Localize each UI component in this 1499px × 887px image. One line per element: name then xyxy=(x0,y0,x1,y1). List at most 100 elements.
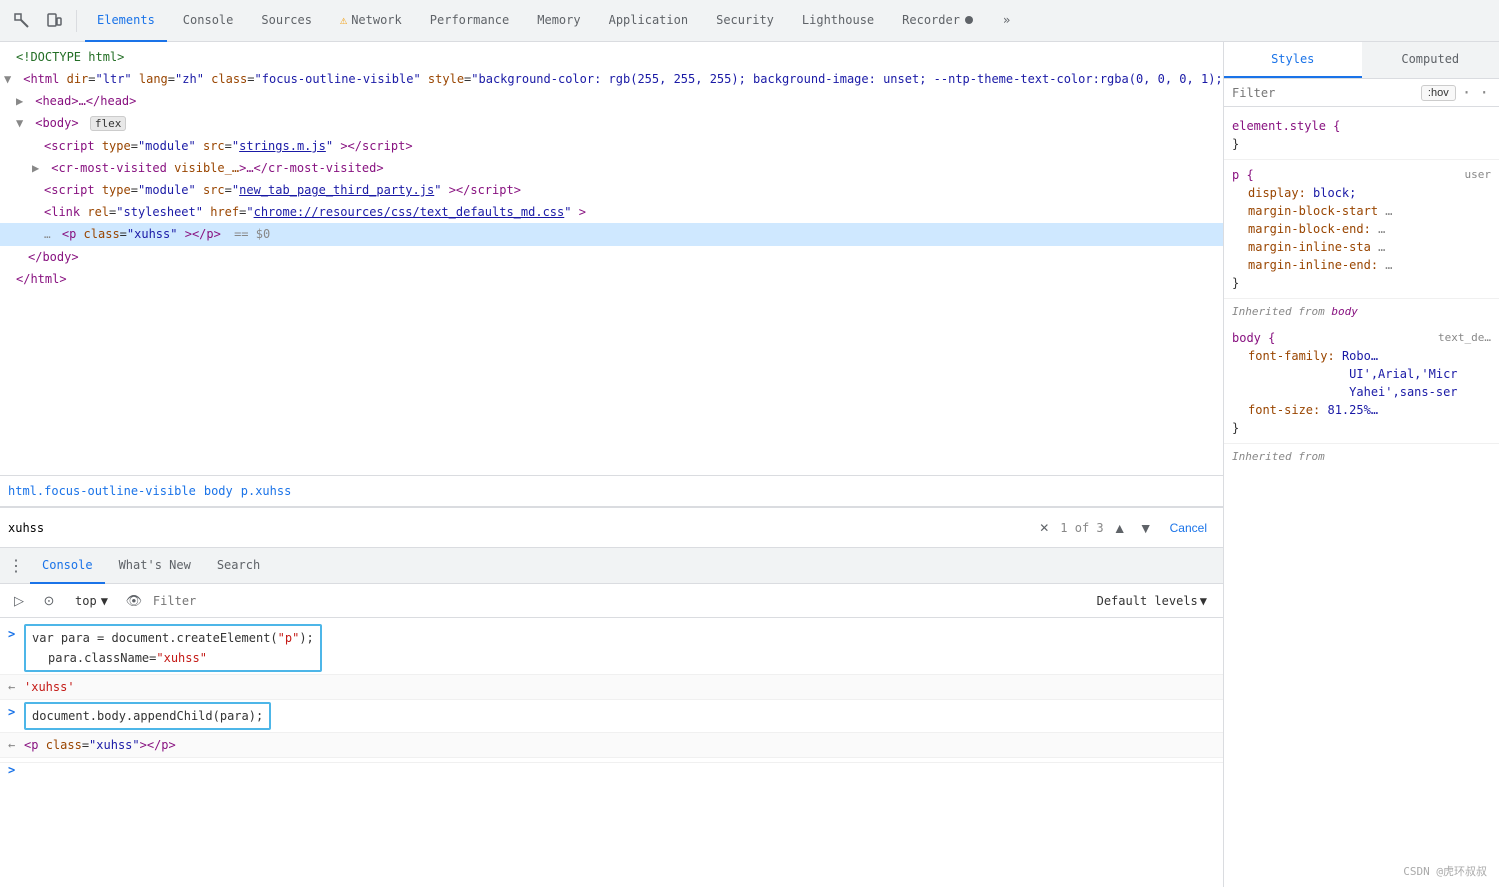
head-arrow: ▶ xyxy=(16,91,28,111)
tab-search[interactable]: Search xyxy=(205,548,272,584)
context-dropdown-icon: ▼ xyxy=(101,594,108,608)
console-filter-input[interactable] xyxy=(153,594,1081,608)
dom-line-p-selected[interactable]: … <p class="xuhss" ></p> == $0 xyxy=(0,223,1223,246)
console-prompt-5: > xyxy=(8,760,15,780)
breadcrumb-item-2[interactable]: p.xuhss xyxy=(241,484,292,498)
right-panel: Styles Computed :hov · · element.style { xyxy=(1224,42,1499,887)
style-rule-p-header: p { user xyxy=(1232,166,1491,184)
dom-line-body[interactable]: ▼ <body> flex xyxy=(0,112,1223,135)
search-bar: ✕ 1 of 3 ▲ ▼ Cancel xyxy=(0,507,1223,547)
styles-tabs: Styles Computed xyxy=(1224,42,1499,79)
dom-line-body-close[interactable]: </body> xyxy=(0,246,1223,268)
tab-styles[interactable]: Styles xyxy=(1224,42,1362,78)
style-prop-display: display: block; xyxy=(1248,184,1491,202)
console-line-3: > document.body.appendChild(para); xyxy=(0,700,1223,733)
console-toolbar: ▷ ⊙ top ▼ 👁 Default levels ▼ xyxy=(0,584,1223,618)
dom-line-link[interactable]: <link rel="stylesheet" href="chrome://re… xyxy=(0,201,1223,223)
tab-memory[interactable]: Memory xyxy=(525,0,592,42)
watermark: CSDN @虎环叔叔 xyxy=(1403,863,1487,879)
breadcrumb-item-0[interactable]: html.focus-outline-visible xyxy=(8,484,196,498)
console-line-1: > var para = document.createElement("p")… xyxy=(0,622,1223,675)
hov-button[interactable]: :hov xyxy=(1421,85,1456,101)
tab-elements[interactable]: Elements xyxy=(85,0,167,42)
context-select[interactable]: top ▼ xyxy=(68,591,115,611)
head-tag: <head>…</head> xyxy=(35,94,136,108)
body-tag: <body> xyxy=(35,116,78,130)
console-line-4: ← <p class="xuhss"></p> xyxy=(0,733,1223,758)
console-run-btn[interactable]: ▷ xyxy=(8,590,30,612)
body-arrow: ▼ xyxy=(16,113,28,133)
console-eye-btn[interactable]: 👁 xyxy=(123,590,145,612)
toolbar-separator xyxy=(76,10,77,32)
style-prop-margin-block-end: margin-block-end: … xyxy=(1248,220,1491,238)
html-attrs: dir="ltr" lang="zh" class="focus-outline… xyxy=(67,72,1223,86)
cr-arrow: ▶ xyxy=(32,158,44,178)
breadcrumb-bar: html.focus-outline-visible body p.xuhss xyxy=(0,475,1223,507)
console-line-5[interactable]: > xyxy=(0,758,1223,763)
styles-filter-bar: :hov · · xyxy=(1224,79,1499,107)
context-label: top xyxy=(75,594,97,608)
device-toggle-btn[interactable] xyxy=(40,7,68,35)
tab-whats-new[interactable]: What's New xyxy=(107,548,203,584)
styles-filter-input[interactable] xyxy=(1232,86,1417,100)
tab-security[interactable]: Security xyxy=(704,0,786,42)
search-clear-btn[interactable]: ✕ xyxy=(1034,518,1054,538)
style-prop-font-family: font-family: Robo… UI',Arial,'Micr Yahei… xyxy=(1248,347,1491,401)
tab-computed[interactable]: Computed xyxy=(1362,42,1499,78)
dom-line-cr[interactable]: ▶ <cr-most-visited visible_…>…</cr-most-… xyxy=(0,157,1223,179)
left-panel: <!DOCTYPE html> ▼ <html dir="ltr" lang="… xyxy=(0,42,1224,887)
search-cancel-btn[interactable]: Cancel xyxy=(1162,517,1215,539)
tab-sources[interactable]: Sources xyxy=(249,0,324,42)
inspect-element-btn[interactable] xyxy=(8,7,36,35)
console-output-4: <p class="xuhss"></p> xyxy=(24,738,176,752)
console-code-block-1: var para = document.createElement("p"); … xyxy=(24,624,322,672)
devtools-main: <!DOCTYPE html> ▼ <html dir="ltr" lang="… xyxy=(0,42,1499,887)
tab-application[interactable]: Application xyxy=(597,0,700,42)
styles-dot2[interactable]: · xyxy=(1477,83,1491,102)
dom-line-html-open[interactable]: ▼ <html dir="ltr" lang="zh" class="focus… xyxy=(0,68,1223,90)
inherited-from-body: Inherited from body body { text_de… font… xyxy=(1224,299,1499,444)
console-output: > var para = document.createElement("p")… xyxy=(0,618,1223,887)
dom-line-doctype[interactable]: <!DOCTYPE html> xyxy=(0,46,1223,68)
console-stop-btn[interactable]: ⊙ xyxy=(38,590,60,612)
style-rule-body-header: body { text_de… xyxy=(1232,329,1491,347)
dom-line-head[interactable]: ▶ <head>…</head> xyxy=(0,90,1223,112)
search-input[interactable] xyxy=(8,521,1028,535)
tab-console[interactable]: Console xyxy=(171,0,246,42)
console-prompt-3: > xyxy=(8,702,15,722)
html-arrow: ▼ xyxy=(4,69,16,89)
search-count: 1 of 3 xyxy=(1060,521,1103,535)
default-levels-select[interactable]: Default levels ▼ xyxy=(1089,592,1215,610)
devtools-toolbar: Elements Console Sources ⚠ Network Perfo… xyxy=(0,0,1499,42)
tab-lighthouse[interactable]: Lighthouse xyxy=(790,0,886,42)
console-return-2: ← xyxy=(8,677,15,697)
console-content-1: var para = document.createElement("p"); … xyxy=(24,624,1215,672)
console-output-2: 'xuhss' xyxy=(24,680,75,694)
tab-console-panel[interactable]: Console xyxy=(30,548,105,584)
elements-panel: <!DOCTYPE html> ▼ <html dir="ltr" lang="… xyxy=(0,42,1223,547)
style-prop-margin-inline-end: margin-inline-end: … xyxy=(1248,256,1491,274)
console-tabs: ⋮ Console What's New Search xyxy=(0,548,1223,584)
tab-network[interactable]: ⚠ Network xyxy=(328,0,414,42)
console-line-2: ← 'xuhss' xyxy=(0,675,1223,700)
console-content-4: <p class="xuhss"></p> xyxy=(24,735,1215,755)
dom-tree: <!DOCTYPE html> ▼ <html dir="ltr" lang="… xyxy=(0,42,1223,475)
flex-badge[interactable]: flex xyxy=(90,116,127,131)
breadcrumb-item-1[interactable]: body xyxy=(204,484,233,498)
console-prompt-1: > xyxy=(8,624,15,644)
search-prev-btn[interactable]: ▲ xyxy=(1110,518,1130,538)
tab-more[interactable]: » xyxy=(991,0,1022,42)
console-tab-menu[interactable]: ⋮ xyxy=(4,552,28,579)
style-rule-body: body { text_de… font-family: Robo… UI',A… xyxy=(1224,323,1499,444)
network-warning-icon: ⚠ xyxy=(340,13,347,27)
dom-line-html-close[interactable]: </html> xyxy=(0,268,1223,290)
dom-line-script1[interactable]: <script type="module" src="strings.m.js"… xyxy=(0,135,1223,157)
tab-performance[interactable]: Performance xyxy=(418,0,521,42)
search-next-btn[interactable]: ▼ xyxy=(1136,518,1156,538)
styles-more-btn[interactable]: · xyxy=(1460,83,1474,102)
tab-recorder[interactable]: Recorder xyxy=(890,0,987,42)
console-content-2: 'xuhss' xyxy=(24,677,1215,697)
default-levels-icon: ▼ xyxy=(1200,594,1207,608)
dom-line-script2[interactable]: <script type="module" src="new_tab_page_… xyxy=(0,179,1223,201)
console-section: ⋮ Console What's New Search ▷ ⊙ xyxy=(0,547,1223,887)
